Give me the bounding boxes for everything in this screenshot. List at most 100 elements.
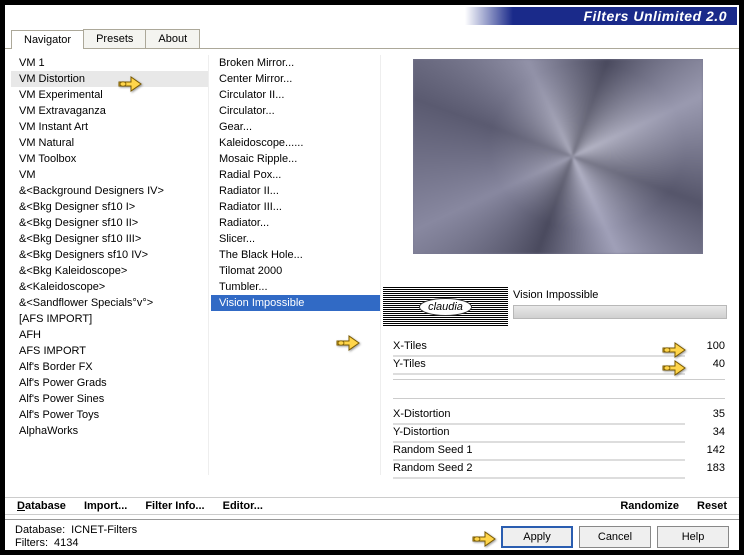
tab-strip: NavigatorPresetsAbout bbox=[5, 29, 739, 49]
filter-item[interactable]: Radiator II... bbox=[211, 183, 380, 199]
param-row[interactable]: Random Seed 1142 bbox=[393, 441, 725, 459]
tab-about[interactable]: About bbox=[145, 29, 200, 48]
param-row[interactable]: X-Tiles100 bbox=[393, 337, 725, 355]
param-row[interactable]: Y-Tiles40 bbox=[393, 355, 725, 373]
help-button[interactable]: Help bbox=[657, 526, 729, 548]
preview-column: claudia Vision Impossible X-Tiles100Y-Ti… bbox=[383, 55, 733, 493]
filter-item[interactable]: Radiator... bbox=[211, 215, 380, 231]
divider bbox=[393, 379, 725, 380]
status-filters-value: 4134 bbox=[54, 537, 78, 549]
app-title: Filters Unlimited 2.0 bbox=[583, 8, 727, 24]
param-name: X-Distortion bbox=[393, 408, 685, 420]
param-name: Y-Distortion bbox=[393, 426, 685, 438]
category-item[interactable]: AFS IMPORT bbox=[11, 343, 208, 359]
param-name: Random Seed 2 bbox=[393, 462, 685, 474]
category-item[interactable]: AlphaWorks bbox=[11, 423, 208, 439]
param-value: 100 bbox=[685, 340, 725, 352]
category-item[interactable]: VM Extravaganza bbox=[11, 103, 208, 119]
category-item[interactable]: AFH bbox=[11, 327, 208, 343]
category-item[interactable]: &<Bkg Designer sf10 II> bbox=[11, 215, 208, 231]
filter-item[interactable]: Slicer... bbox=[211, 231, 380, 247]
status-db-label: Database: bbox=[15, 524, 65, 536]
category-item[interactable]: &<Bkg Designer sf10 I> bbox=[11, 199, 208, 215]
apply-button[interactable]: Apply bbox=[501, 526, 573, 548]
param-name: Random Seed 1 bbox=[393, 444, 685, 456]
pointer-icon bbox=[471, 527, 497, 547]
filter-item[interactable]: Broken Mirror... bbox=[211, 55, 380, 71]
category-list[interactable]: VM 1VM DistortionVM ExperimentalVM Extra… bbox=[11, 55, 209, 475]
filter-item[interactable]: Vision Impossible bbox=[211, 295, 380, 311]
content-area: VM 1VM DistortionVM ExperimentalVM Extra… bbox=[5, 49, 739, 497]
param-row[interactable]: Y-Distortion34 bbox=[393, 423, 725, 441]
param-row[interactable]: X-Distortion35 bbox=[393, 405, 725, 423]
parameters-panel: X-Tiles100Y-Tiles40 X-Distortion35Y-Dist… bbox=[393, 337, 725, 477]
import-link[interactable]: Import... bbox=[84, 500, 127, 512]
status-bar: Database: ICNET-Filters Filters: 4134 Ap… bbox=[5, 519, 739, 551]
filter-item[interactable]: Gear... bbox=[211, 119, 380, 135]
filter-column: Broken Mirror...Center Mirror...Circulat… bbox=[211, 55, 381, 493]
tab-presets[interactable]: Presets bbox=[83, 29, 146, 48]
category-item[interactable]: &<Background Designers IV> bbox=[11, 183, 208, 199]
category-item[interactable]: VM Experimental bbox=[11, 87, 208, 103]
category-column: VM 1VM DistortionVM ExperimentalVM Extra… bbox=[11, 55, 209, 493]
watermark-badge: claudia bbox=[383, 287, 508, 327]
category-item[interactable]: VM Distortion bbox=[11, 71, 208, 87]
dialog-buttons: Apply Cancel Help bbox=[501, 526, 729, 548]
category-item[interactable]: Alf's Power Grads bbox=[11, 375, 208, 391]
filter-item[interactable]: Circulator II... bbox=[211, 87, 380, 103]
title-bar: Filters Unlimited 2.0 bbox=[5, 5, 739, 27]
cancel-button[interactable]: Cancel bbox=[579, 526, 651, 548]
filter-item[interactable]: Tumbler... bbox=[211, 279, 380, 295]
editor-link[interactable]: Editor... bbox=[223, 500, 263, 512]
database-link[interactable]: Database bbox=[17, 500, 66, 512]
filter-item[interactable]: Mosaic Ripple... bbox=[211, 151, 380, 167]
category-item[interactable]: VM Toolbox bbox=[11, 151, 208, 167]
param-row[interactable]: Random Seed 2183 bbox=[393, 459, 725, 477]
randomize-link[interactable]: Randomize bbox=[620, 500, 679, 512]
preview-image bbox=[413, 59, 703, 254]
filter-item[interactable]: Radiator III... bbox=[211, 199, 380, 215]
category-item[interactable]: VM 1 bbox=[11, 55, 208, 71]
category-item[interactable]: [AFS IMPORT] bbox=[11, 311, 208, 327]
watermark-text: claudia bbox=[419, 298, 472, 316]
param-value: 142 bbox=[685, 444, 725, 456]
app-window: Filters Unlimited 2.0 NavigatorPresetsAb… bbox=[4, 4, 740, 551]
param-value: 183 bbox=[685, 462, 725, 474]
filter-list[interactable]: Broken Mirror...Center Mirror...Circulat… bbox=[211, 55, 381, 475]
category-item[interactable]: Alf's Power Toys bbox=[11, 407, 208, 423]
current-filter-row: Vision Impossible bbox=[513, 289, 727, 319]
category-item[interactable]: &<Bkg Designer sf10 III> bbox=[11, 231, 208, 247]
status-filters-label: Filters: bbox=[15, 537, 48, 549]
filter-item[interactable]: Radial Pox... bbox=[211, 167, 380, 183]
param-name: X-Tiles bbox=[393, 340, 685, 352]
filter-item[interactable]: Circulator... bbox=[211, 103, 380, 119]
current-filter-label: Vision Impossible bbox=[513, 289, 727, 301]
category-item[interactable]: VM Instant Art bbox=[11, 119, 208, 135]
filter-item[interactable]: Tilomat 2000 bbox=[211, 263, 380, 279]
category-item[interactable]: Alf's Border FX bbox=[11, 359, 208, 375]
category-item[interactable]: &<Bkg Designers sf10 IV> bbox=[11, 247, 208, 263]
action-links-bar: Database Import... Filter Info... Editor… bbox=[5, 497, 739, 515]
param-value: 40 bbox=[685, 358, 725, 370]
filter-title-bar bbox=[513, 305, 727, 319]
reset-link[interactable]: Reset bbox=[697, 500, 727, 512]
category-item[interactable]: VM Natural bbox=[11, 135, 208, 151]
param-name: Y-Tiles bbox=[393, 358, 685, 370]
category-item[interactable]: &<Kaleidoscope> bbox=[11, 279, 208, 295]
filter-item[interactable]: Kaleidoscope...... bbox=[211, 135, 380, 151]
category-item[interactable]: &<Sandflower Specials°v°> bbox=[11, 295, 208, 311]
param-slider[interactable] bbox=[393, 477, 685, 479]
category-item[interactable]: &<Bkg Kaleidoscope> bbox=[11, 263, 208, 279]
status-info: Database: ICNET-Filters Filters: 4134 bbox=[15, 524, 137, 549]
category-item[interactable]: VM bbox=[11, 167, 208, 183]
param-value: 35 bbox=[685, 408, 725, 420]
filter-info-link[interactable]: Filter Info... bbox=[145, 500, 204, 512]
tab-navigator[interactable]: Navigator bbox=[11, 30, 84, 49]
filter-item[interactable]: Center Mirror... bbox=[211, 71, 380, 87]
param-value: 34 bbox=[685, 426, 725, 438]
status-db-value: ICNET-Filters bbox=[71, 524, 137, 536]
filter-item[interactable]: The Black Hole... bbox=[211, 247, 380, 263]
param-slider[interactable] bbox=[393, 373, 685, 375]
category-item[interactable]: Alf's Power Sines bbox=[11, 391, 208, 407]
divider bbox=[393, 398, 725, 399]
